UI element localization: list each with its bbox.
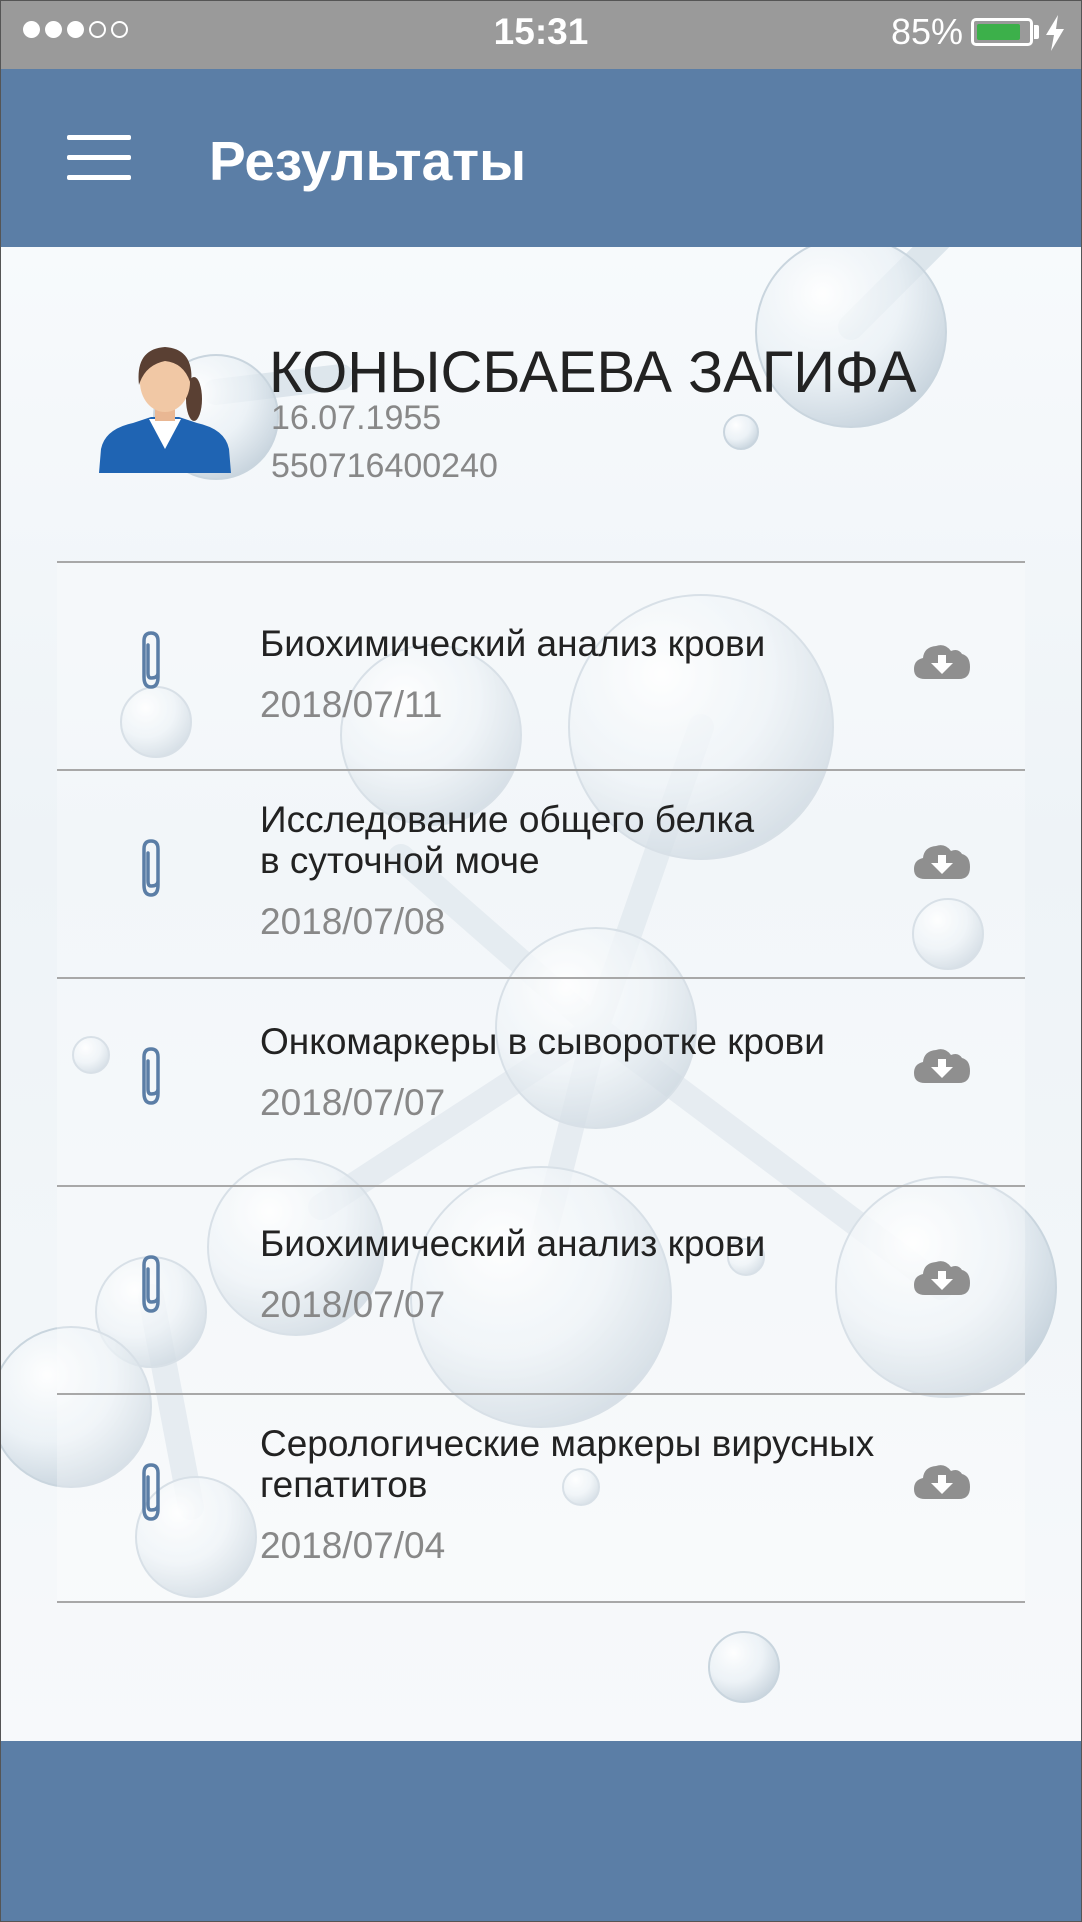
patient-name: КОНЫСБАЕВА ЗАГИФА — [269, 340, 917, 405]
result-text: Серологические маркеры вирусных гепатито… — [260, 1423, 920, 1567]
battery-icon — [971, 18, 1033, 46]
cloud-download-icon[interactable] — [912, 641, 972, 683]
result-row[interactable]: Серологические маркеры вирусных гепатито… — [57, 1393, 1025, 1603]
result-title-line: Исследование общего белка — [260, 799, 755, 840]
battery-tip — [1034, 25, 1039, 39]
paperclip-icon — [142, 1255, 160, 1313]
app-header: Результаты — [1, 69, 1081, 247]
patient-profile: КОНЫСБАЕВА ЗАГИФА 16.07.1955 55071640024… — [1, 247, 1081, 557]
patient-birth-date: 16.07.1955 — [271, 399, 442, 437]
female-user-avatar-icon — [99, 347, 231, 473]
result-row[interactable]: Биохимический анализ крови 2018/07/07 — [57, 1185, 1025, 1393]
page-title: Результаты — [209, 130, 527, 192]
result-text: Биохимический анализ крови 2018/07/07 — [260, 1223, 920, 1326]
cloud-download-icon[interactable] — [912, 1045, 972, 1087]
paperclip-icon — [142, 631, 160, 689]
bottom-bar — [1, 1741, 1081, 1921]
result-title-line: гепатитов — [260, 1464, 428, 1505]
result-text: Онкомаркеры в сыворотке крови 2018/07/07 — [260, 1021, 920, 1124]
result-text: Биохимический анализ крови 2018/07/11 — [260, 623, 920, 726]
lightning-bolt-icon — [1046, 15, 1064, 51]
result-row[interactable]: Исследование общего белка в суточной моч… — [57, 769, 1025, 977]
battery-percent: 85% — [891, 11, 964, 52]
result-title: Онкомаркеры в сыворотке крови — [260, 1021, 825, 1062]
result-row[interactable]: Биохимический анализ крови 2018/07/11 — [57, 561, 1025, 769]
status-bar: 15:31 85% — [1, 1, 1081, 69]
result-date: 2018/07/08 — [260, 901, 446, 942]
result-date: 2018/07/11 — [260, 684, 443, 725]
result-title-line: Серологические маркеры вирусных — [260, 1423, 875, 1464]
result-date: 2018/07/07 — [260, 1284, 446, 1325]
result-row[interactable]: Онкомаркеры в сыворотке крови 2018/07/07 — [57, 977, 1025, 1185]
cloud-download-icon[interactable] — [912, 841, 972, 883]
patient-id-number: 550716400240 — [271, 447, 498, 485]
paperclip-icon — [142, 1047, 160, 1105]
results-list: Биохимический анализ крови 2018/07/11 Ис… — [57, 561, 1025, 1603]
hamburger-menu-icon[interactable] — [67, 135, 133, 181]
paperclip-icon — [142, 1463, 160, 1521]
battery-level-fill — [977, 24, 1020, 40]
result-date: 2018/07/07 — [260, 1082, 446, 1123]
paperclip-icon — [142, 839, 160, 897]
result-title: Биохимический анализ крови — [260, 1223, 766, 1264]
phone-screen: 15:31 85% Результаты КОНЫСБАЕВА ЗАГИФА 1… — [0, 0, 1082, 1922]
result-date: 2018/07/04 — [260, 1525, 446, 1566]
results-content: КОНЫСБАЕВА ЗАГИФА 16.07.1955 55071640024… — [1, 247, 1081, 1741]
result-title: Биохимический анализ крови — [260, 623, 766, 664]
result-text: Исследование общего белка в суточной моч… — [260, 799, 920, 943]
result-title-line: в суточной моче — [260, 840, 540, 881]
cloud-download-icon[interactable] — [912, 1257, 972, 1299]
cloud-download-icon[interactable] — [912, 1461, 972, 1503]
